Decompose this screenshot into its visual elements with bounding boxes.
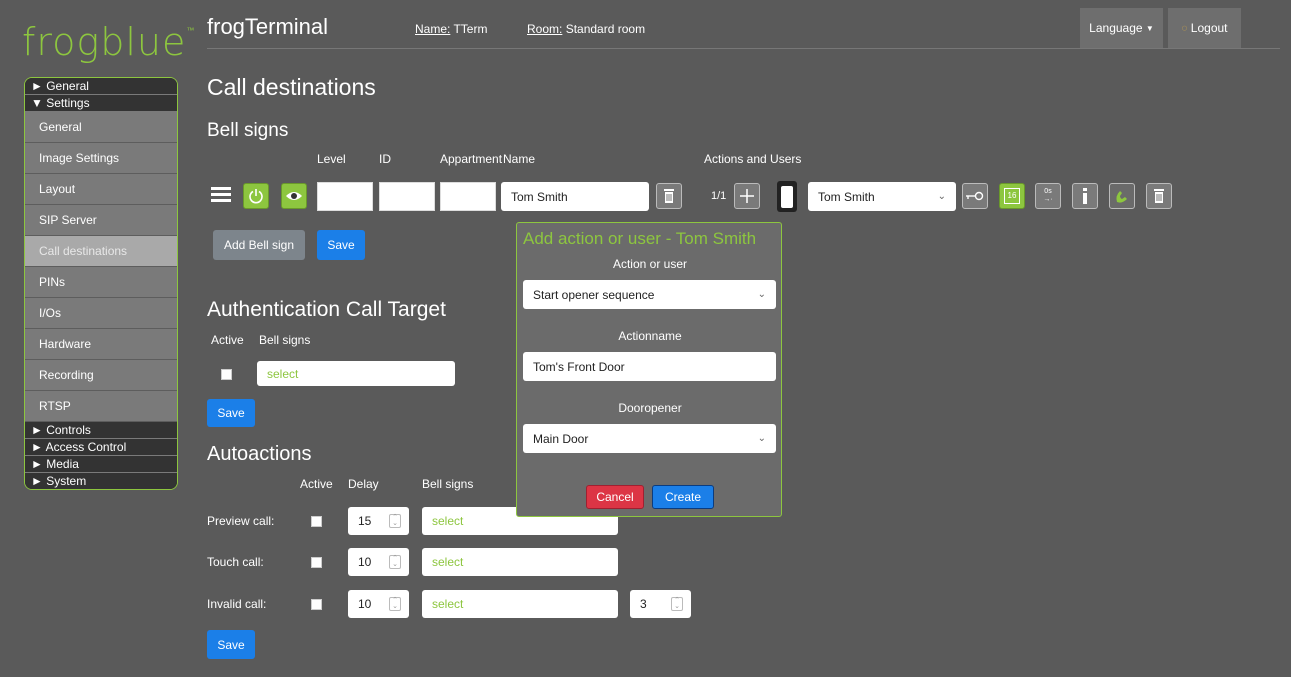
chevron-down-icon: ⌄ xyxy=(757,289,766,300)
save-autoactions-button[interactable]: Save xyxy=(207,630,255,659)
sidebar-item-sip-server[interactable]: SIP Server xyxy=(25,205,177,236)
bell-name-input[interactable]: Tom Smith xyxy=(501,182,649,211)
col-id: ID xyxy=(379,152,391,166)
auto-col-delay: Delay xyxy=(348,477,379,491)
header-divider xyxy=(207,48,1280,49)
sidebar-section-settings[interactable]: ▼ Settings xyxy=(25,95,177,112)
preview-call-label: Preview call: xyxy=(207,514,275,528)
call-icon[interactable] xyxy=(1109,183,1135,209)
auth-active-label: Active xyxy=(211,333,244,347)
auth-active-checkbox[interactable] xyxy=(221,369,232,380)
spinner-icon: ⌃ ⌄ xyxy=(389,597,401,611)
caret-down-icon: ▼ xyxy=(1145,23,1154,33)
sidebar-section-controls[interactable]: ► Controls xyxy=(25,422,177,439)
touch-call-checkbox[interactable] xyxy=(311,557,322,568)
app-title: frogTerminal xyxy=(207,14,329,39)
sidebar-item-layout[interactable]: Layout xyxy=(25,174,177,205)
invalid-call-checkbox[interactable] xyxy=(311,599,322,610)
spinner-icon: ⌃ ⌄ xyxy=(671,597,683,611)
dooropener-select[interactable]: Main Door ⌄ xyxy=(523,424,776,453)
device-name: Name: TTerm xyxy=(415,22,488,36)
add-action-modal: Add action or user - Tom Smith Action or… xyxy=(516,222,782,517)
auth-bellsigns-label: Bell signs xyxy=(259,333,311,347)
sidebar-item-call-destinations[interactable]: Call destinations xyxy=(25,236,177,267)
spinner-icon: ⌃ ⌄ xyxy=(389,555,401,569)
logout-button[interactable]: ◌ Logout xyxy=(1168,8,1241,48)
id-input[interactable] xyxy=(379,182,435,211)
chevron-down-icon: ⌄ xyxy=(937,191,946,202)
auth-title: Authentication Call Target xyxy=(207,298,446,321)
action-or-user-select[interactable]: Start opener sequence ⌄ xyxy=(523,280,776,309)
level-input[interactable] xyxy=(317,182,373,211)
actionname-input[interactable]: Tom's Front Door xyxy=(523,352,776,381)
sidebar-section-access-control[interactable]: ► Access Control xyxy=(25,439,177,456)
invalid-call-select[interactable]: select xyxy=(422,590,618,618)
action-or-user-label: Action or user xyxy=(612,257,688,271)
trash-icon[interactable] xyxy=(656,183,682,209)
save-auth-button[interactable]: Save xyxy=(207,399,255,427)
touch-call-delay[interactable]: 10 ⌃ ⌄ xyxy=(348,548,409,576)
delete-row-icon[interactable] xyxy=(1146,183,1172,209)
invalid-call-label: Invalid call: xyxy=(207,597,267,611)
chevron-down-icon: ⌄ xyxy=(757,433,766,444)
col-actions-users: Actions and Users xyxy=(704,152,802,166)
touch-call-label: Touch call: xyxy=(207,555,264,569)
cancel-button[interactable]: Cancel xyxy=(586,485,644,509)
sidebar-section-general[interactable]: ► General xyxy=(25,78,177,95)
auto-col-active: Active xyxy=(300,477,333,491)
invalid-call-count[interactable]: 3 ⌃ ⌄ xyxy=(630,590,691,618)
sidebar-section-system[interactable]: ► System xyxy=(25,473,177,489)
pagination-text: 1/1 xyxy=(711,190,727,202)
calendar-icon[interactable]: 16 xyxy=(999,183,1025,209)
sidebar: ► General ▼ Settings General Image Setti… xyxy=(24,77,178,490)
sidebar-item-rtsp[interactable]: RTSP xyxy=(25,391,177,422)
auth-bellsigns-select[interactable]: select xyxy=(257,361,455,386)
add-icon[interactable] xyxy=(734,183,760,209)
add-bell-sign-button[interactable]: Add Bell sign xyxy=(213,230,305,260)
sidebar-item-recording[interactable]: Recording xyxy=(25,360,177,391)
power-icon[interactable] xyxy=(243,183,269,209)
sidebar-item-pins[interactable]: PINs xyxy=(25,267,177,298)
col-level: Level xyxy=(317,152,346,166)
spinner-icon: ⌃ ⌄ xyxy=(389,514,401,528)
sidebar-item-ios[interactable]: I/Os xyxy=(25,298,177,329)
autoactions-title: Autoactions xyxy=(207,443,312,465)
drag-handle-icon[interactable] xyxy=(211,187,231,202)
modal-title: Add action or user - Tom Smith xyxy=(523,229,757,248)
col-name: Name xyxy=(503,152,536,166)
key-icon[interactable] xyxy=(962,183,988,209)
page-title: Call destinations xyxy=(207,74,376,100)
col-appartment: Appartment xyxy=(440,152,503,166)
appartment-input[interactable] xyxy=(440,182,496,211)
info-icon[interactable] xyxy=(1072,183,1098,209)
invalid-call-delay[interactable]: 10 ⌃ ⌄ xyxy=(348,590,409,618)
user-select[interactable]: Tom Smith ⌄ xyxy=(808,182,956,211)
actionname-label: Actionname xyxy=(618,329,682,343)
save-bell-signs-button[interactable]: Save xyxy=(317,230,365,260)
device-room: Room: Standard room xyxy=(527,22,646,36)
lock-icon: ◌ xyxy=(1181,22,1188,34)
touch-call-select[interactable]: select xyxy=(422,548,618,576)
sidebar-item-general[interactable]: General xyxy=(25,112,177,143)
delay-icon[interactable]: 0s →· xyxy=(1035,183,1061,209)
language-button[interactable]: Language ▼ xyxy=(1080,8,1163,48)
create-button[interactable]: Create xyxy=(652,485,714,509)
dooropener-label: Dooropener xyxy=(618,401,682,415)
bell-signs-title: Bell signs xyxy=(207,120,289,141)
frogblue-logo: frogblue™ xyxy=(22,20,196,64)
phone-icon[interactable] xyxy=(777,181,797,212)
sidebar-item-hardware[interactable]: Hardware xyxy=(25,329,177,360)
sidebar-item-image-settings[interactable]: Image Settings xyxy=(25,143,177,174)
auto-col-bellsigns: Bell signs xyxy=(422,477,474,491)
preview-call-checkbox[interactable] xyxy=(311,516,322,527)
preview-call-delay[interactable]: 15 ⌃ ⌄ xyxy=(348,507,409,535)
eye-icon[interactable] xyxy=(281,183,307,209)
sidebar-section-media[interactable]: ► Media xyxy=(25,456,177,473)
